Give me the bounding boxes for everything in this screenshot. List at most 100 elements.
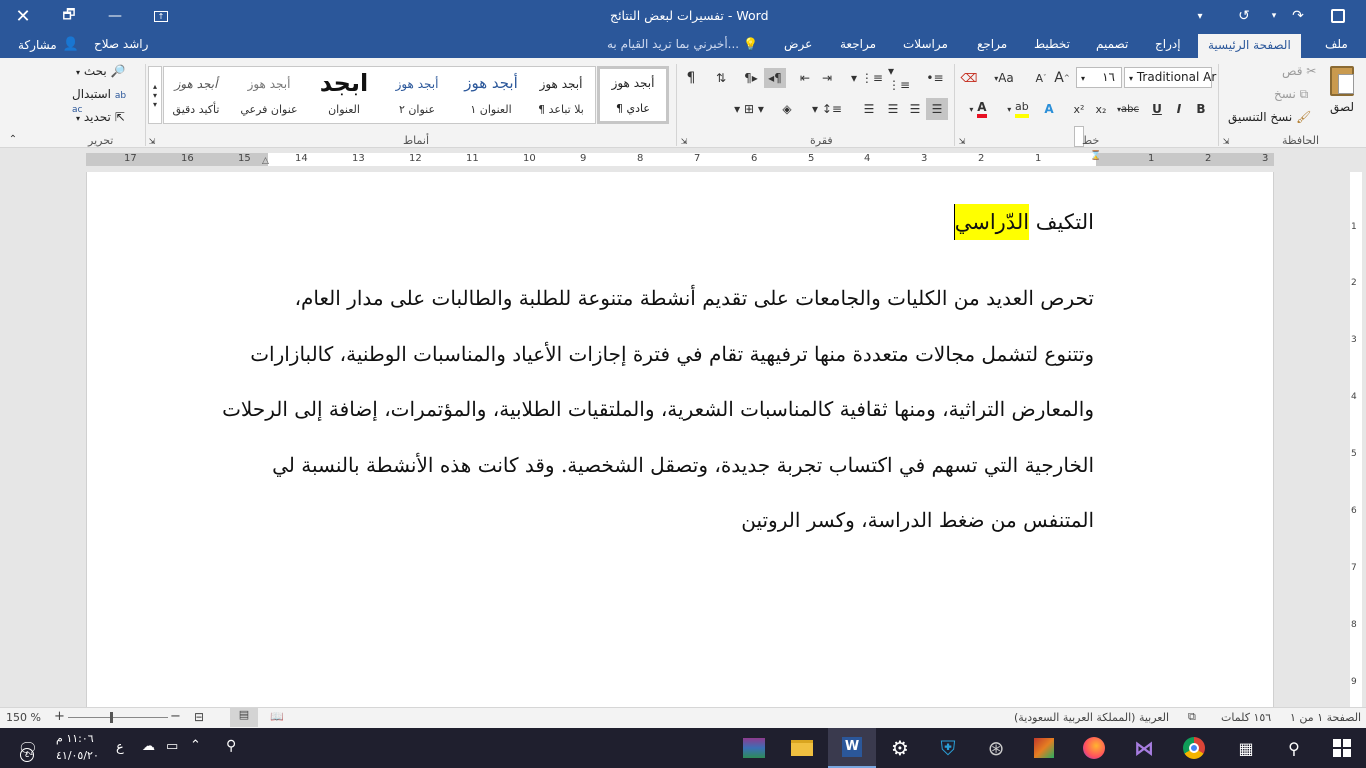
align-left-button[interactable]: ☰ <box>904 98 926 120</box>
clipboard-dialog-launcher[interactable]: ⇲ <box>1220 135 1232 147</box>
style-subtitle[interactable]: أبجد هوز عنوان فرعي <box>230 67 308 123</box>
tab-review[interactable]: مراجعة <box>840 37 876 51</box>
font-size-combo[interactable]: ▾ ١٦ <box>1076 67 1122 88</box>
styles-dialog-launcher[interactable]: ⇲ <box>146 135 158 147</box>
style-heading-1[interactable]: أبجد هوز العنوان ١ <box>456 67 526 123</box>
restore-button[interactable]: 🗗 <box>46 0 92 32</box>
paragraph-dialog-launcher[interactable]: ⇲ <box>678 135 690 147</box>
font-name-combo[interactable]: ▾ Traditional Ar <box>1124 67 1216 88</box>
numbering-button[interactable]: ▾ ⋮≡ <box>888 64 918 92</box>
tab-design[interactable]: تصميم <box>1096 37 1128 51</box>
collapse-ribbon-button[interactable]: ⌃ <box>6 132 20 146</box>
format-painter-button[interactable]: نسخ التنسيق 🖌 <box>1228 110 1311 124</box>
bold-button[interactable]: B <box>1190 98 1212 120</box>
document-page[interactable]: التكيف الدّراسي تحرص العديد من الكليات و… <box>86 172 1274 707</box>
style-title[interactable]: ابجد العنوان <box>310 67 378 123</box>
indent-marker[interactable]: ⌛ <box>1090 151 1101 161</box>
share-button[interactable]: مشاركة 👤 <box>18 37 79 52</box>
vertical-ruler[interactable]: 1 2 3 4 5 6 7 8 9 <box>1344 150 1366 707</box>
onedrive-icon[interactable]: ☁ <box>142 739 155 754</box>
paragraph-line[interactable]: والمعارض التراثية، ومنها ثقافية كالمناسب… <box>222 397 1094 421</box>
styles-scroll[interactable]: ▴ ▾ ▾ <box>148 66 162 124</box>
search-button[interactable]: ⚲ <box>1270 728 1318 768</box>
tab-view[interactable]: عرض <box>784 37 812 51</box>
clear-formatting-button[interactable]: ⌫ <box>958 68 980 88</box>
proofing-icon[interactable]: ⧉ <box>1188 710 1196 724</box>
page-indicator[interactable]: الصفحة ١ من ١ <box>1290 711 1361 724</box>
highlight-button[interactable]: ▾ ab <box>1000 98 1036 120</box>
tab-layout[interactable]: تخطيط <box>1034 37 1070 51</box>
people-icon[interactable]: ⚲ <box>226 738 236 754</box>
web-layout-button[interactable]: ⊟ <box>194 710 204 724</box>
clock-date[interactable]: ٤١/٠٥/٢٠ <box>56 749 99 762</box>
chevron-up-icon[interactable]: ⌃ <box>190 738 201 753</box>
paste-button[interactable]: لصق <box>1322 62 1362 122</box>
rtl-button[interactable]: ◂¶ <box>764 68 786 88</box>
read-mode-button[interactable]: 📖 <box>270 710 284 723</box>
customize-qat-button[interactable]: ▾ <box>1180 0 1220 32</box>
zoom-level[interactable]: 150 % <box>6 711 41 724</box>
font-color-button[interactable]: ▾ A <box>960 98 996 120</box>
redo-button[interactable]: ↷ <box>1280 0 1316 32</box>
task-view-button[interactable]: ▦ <box>1222 728 1270 768</box>
copy-button[interactable]: نسخ ⧉ <box>1274 87 1308 102</box>
taskbar-app-defender[interactable]: ⛨ <box>924 728 972 768</box>
font-dialog-launcher[interactable]: ⇲ <box>956 135 968 147</box>
borders-button[interactable]: ▾ ⊞ ▾ <box>728 98 770 120</box>
tab-file[interactable]: ملف <box>1325 37 1348 51</box>
zoom-in-button[interactable]: + <box>54 709 65 724</box>
tab-home[interactable]: الصفحة الرئيسية <box>1198 34 1301 58</box>
network-icon[interactable]: ▭ <box>166 739 178 754</box>
close-button[interactable]: ✕ <box>0 0 46 32</box>
print-layout-button[interactable]: ▤ <box>230 708 258 727</box>
zoom-out-button[interactable]: − <box>170 709 181 724</box>
find-button[interactable]: ▾ بحث 🔎 <box>76 64 126 78</box>
sort-button[interactable]: ⇅ <box>710 68 732 88</box>
taskbar-app-firefox[interactable] <box>1070 728 1118 768</box>
taskbar-app-explorer[interactable] <box>778 728 826 768</box>
line-spacing-button[interactable]: ▾ ↕≡ <box>812 98 842 120</box>
document-heading[interactable]: التكيف الدّراسي <box>953 204 1094 240</box>
strikethrough-button[interactable]: ▾ abc <box>1112 98 1144 120</box>
ribbon-display-button[interactable]: ↑ <box>138 0 184 32</box>
paragraph-line[interactable]: الخارجية التي تسهم في اكتساب تجربة جديدة… <box>272 453 1094 477</box>
tab-mailings[interactable]: مراسلات <box>903 37 948 51</box>
subscript-button[interactable]: x₂ <box>1090 98 1112 120</box>
shading-button[interactable]: ◈ <box>776 98 798 120</box>
user-name[interactable]: راشد صلاح <box>94 37 148 51</box>
indent-marker-left[interactable]: △ <box>262 156 269 166</box>
italic-button[interactable]: I <box>1168 98 1190 120</box>
style-heading-2[interactable]: أبجد هوز عنوان ٢ <box>382 67 452 123</box>
zoom-slider[interactable] <box>68 717 168 718</box>
taskbar-app-visual-studio[interactable]: ⋈ <box>1120 728 1168 768</box>
tab-references[interactable]: مراجع <box>977 37 1007 51</box>
tab-insert[interactable]: إدراج <box>1155 37 1181 51</box>
taskbar-app-word[interactable]: W <box>828 728 876 768</box>
clock-time[interactable]: ١١:٠٦ م <box>56 732 94 745</box>
justify-button[interactable]: ☰ <box>858 98 880 120</box>
decrease-indent-button[interactable]: ⇤ <box>794 68 816 88</box>
ltr-button[interactable]: ¶▸ <box>740 68 762 88</box>
zoom-slider-thumb[interactable] <box>110 712 113 723</box>
select-button[interactable]: ▾ تحديد ⇱ <box>76 110 125 124</box>
style-no-spacing[interactable]: أبجد هوز ¶ بلا تباعد <box>528 67 594 123</box>
paragraph-line[interactable]: تحرص العديد من الكليات والجامعات على تقد… <box>295 286 1094 310</box>
paragraph-line[interactable]: المتنفس من ضغط الدراسة، وكسر الروتين <box>741 508 1094 532</box>
taskbar-app-network-tool[interactable]: ⊛ <box>972 728 1020 768</box>
undo-button[interactable]: ↺ <box>1226 0 1262 32</box>
taskbar-app-archive[interactable] <box>1020 728 1068 768</box>
tell-me-box[interactable]: أخبرني بما تريد القيام به... 💡 <box>607 37 758 51</box>
align-center-button[interactable]: ☰ <box>882 98 904 120</box>
grow-font-button[interactable]: A ^ <box>1052 68 1072 88</box>
text-effects-button[interactable]: A <box>1038 98 1060 120</box>
taskbar-app-chrome[interactable] <box>1170 728 1218 768</box>
change-case-button[interactable]: ▾ Aa <box>988 68 1020 88</box>
taskbar-app-settings[interactable]: ⚙ <box>876 728 924 768</box>
minimize-button[interactable]: — <box>92 0 138 32</box>
taskbar-app-winrar[interactable] <box>730 728 778 768</box>
shrink-font-button[interactable]: Aˇ <box>1032 68 1050 88</box>
superscript-button[interactable]: x² <box>1068 98 1090 120</box>
horizontal-ruler[interactable]: 3 2 1 1 2 3 4 5 6 7 8 9 10 11 12 13 14 1… <box>0 149 1366 170</box>
underline-button[interactable]: U <box>1146 98 1168 120</box>
multilevel-list-button[interactable]: ▾ ⋮≡ <box>848 68 886 88</box>
